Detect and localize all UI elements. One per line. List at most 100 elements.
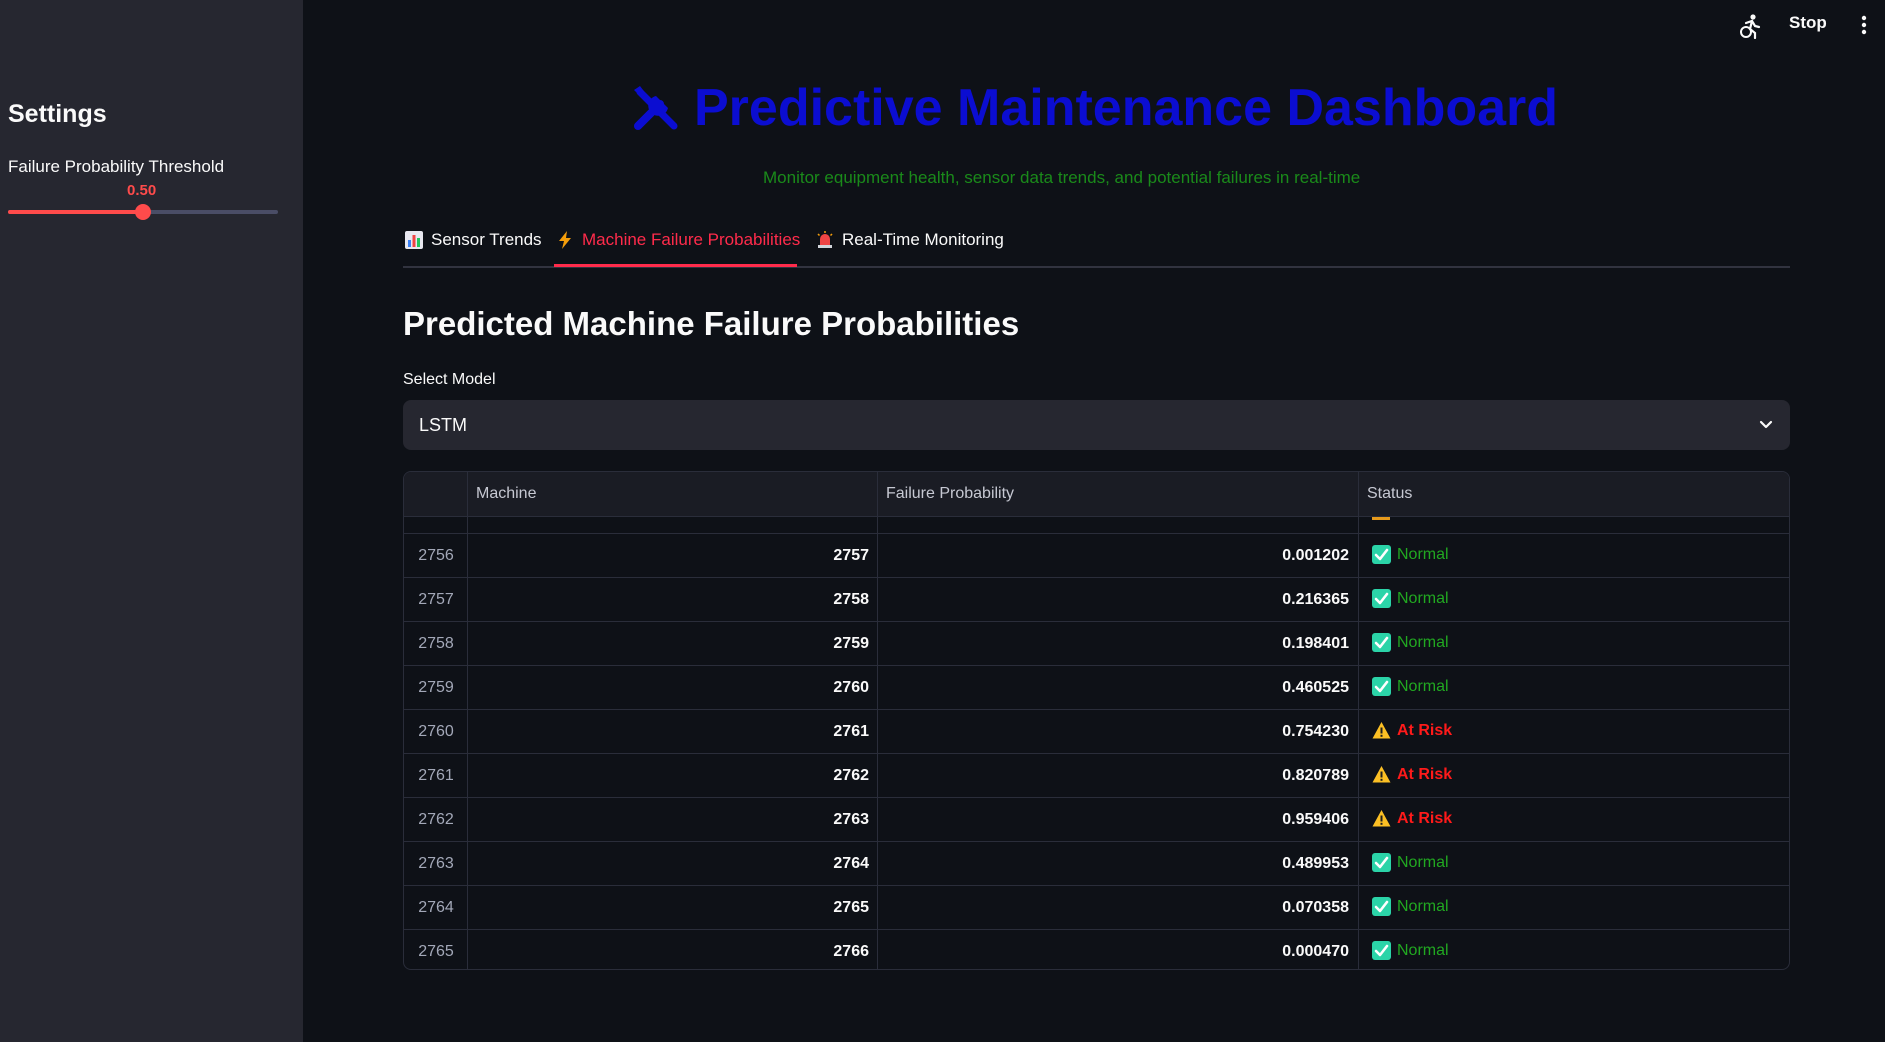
failure-probability-cell[interactable]: 0.198401 [878, 635, 1349, 653]
tab-machine-failure-probabilities[interactable]: Machine Failure Probabilities [556, 230, 800, 268]
row-index: 2761 [418, 767, 454, 784]
status-cell[interactable]: Normal [1372, 677, 1449, 696]
column-header-failure-probability[interactable]: Failure Probability [886, 485, 1014, 503]
status-cell[interactable]: Normal [1372, 633, 1449, 652]
page-title-text: Predictive Maintenance Dashboard [694, 79, 1559, 137]
failure-probability-cell[interactable]: 0.959406 [878, 811, 1349, 829]
status-cell[interactable]: Normal [1372, 897, 1449, 916]
row-index: 2759 [418, 679, 454, 696]
column-header-machine[interactable]: Machine [476, 485, 536, 503]
table-row[interactable]: 2762 2763 0.959406 At Risk [404, 797, 1789, 841]
status-text: Normal [1397, 633, 1449, 651]
table-row[interactable]: 2757 2758 0.216365 Normal [404, 577, 1789, 621]
row-index: 2764 [418, 899, 454, 916]
failure-probability-cell[interactable]: 0.001202 [878, 547, 1349, 565]
check-box-icon [1372, 853, 1391, 872]
table-row[interactable]: 2765 2766 0.000470 Normal [404, 929, 1789, 969]
threshold-slider-label: Failure Probability Threshold [8, 157, 225, 176]
machine-cell[interactable]: 2763 [468, 811, 869, 829]
failure-probability-cell[interactable]: 0.754230 [878, 723, 1349, 741]
warning-icon [1372, 810, 1391, 827]
tab-label: Sensor Trends [431, 230, 542, 249]
model-select-label: Select Model [403, 371, 496, 388]
page-subtitle: Monitor equipment health, sensor data tr… [763, 168, 1361, 187]
row-index: 2757 [418, 591, 454, 608]
failure-probability-cell[interactable]: 0.000470 [878, 943, 1349, 961]
check-box-icon [1372, 941, 1391, 960]
tab-label: Real-Time Monitoring [842, 230, 1004, 249]
status-cell[interactable]: At Risk [1372, 721, 1452, 740]
siren-icon [817, 231, 833, 248]
machine-cell[interactable]: 2762 [468, 767, 869, 785]
status-text: Normal [1397, 677, 1449, 695]
failure-probability-cell[interactable]: 0.460525 [878, 679, 1349, 697]
status-text: Normal [1397, 853, 1449, 871]
status-cell[interactable]: Normal [1372, 853, 1449, 872]
status-cell[interactable]: At Risk [1372, 809, 1452, 828]
machine-cell[interactable]: 2760 [468, 679, 869, 697]
table-row[interactable]: 2760 2761 0.754230 At Risk [404, 709, 1789, 753]
machine-cell[interactable]: 2759 [468, 635, 869, 653]
check-box-icon [1372, 897, 1391, 916]
row-index: 2765 [418, 943, 454, 960]
status-cell[interactable]: At Risk [1372, 765, 1452, 784]
threshold-slider-fill [8, 210, 143, 214]
machine-cell[interactable]: 2765 [468, 899, 869, 917]
lightning-icon [559, 231, 571, 249]
table-row[interactable]: 2764 2765 0.070358 Normal [404, 885, 1789, 929]
check-box-icon [1372, 677, 1391, 696]
machine-cell[interactable]: 2766 [468, 943, 869, 961]
status-text: At Risk [1397, 721, 1453, 739]
row-index: 2756 [418, 547, 454, 564]
check-box-icon [1372, 589, 1391, 608]
failure-probability-table[interactable]: Machine Failure Probability Status 2756 2… [403, 471, 1790, 970]
table-row[interactable]: 2763 2764 0.489953 Normal [404, 841, 1789, 885]
table-row[interactable]: 2761 2762 0.820789 At Risk [404, 753, 1789, 797]
status-cell[interactable]: Normal [1372, 545, 1449, 564]
section-title: Predicted Machine Failure Probabilities [403, 305, 1020, 342]
status-text: At Risk [1397, 765, 1453, 783]
column-header-status[interactable]: Status [1367, 485, 1412, 503]
row-index: 2763 [418, 855, 454, 872]
failure-probability-cell[interactable]: 0.489953 [878, 855, 1349, 873]
warning-icon [1372, 766, 1391, 783]
model-select-value: LSTM [419, 415, 468, 435]
row-index: 2760 [418, 723, 454, 740]
machine-cell[interactable]: 2764 [468, 855, 869, 873]
status-text: At Risk [1397, 809, 1453, 827]
row-index: 2762 [418, 811, 454, 828]
status-text: Normal [1397, 897, 1449, 915]
tab-label: Machine Failure Probabilities [582, 230, 801, 249]
scroll-marker [1372, 517, 1390, 520]
failure-probability-cell[interactable]: 0.070358 [878, 899, 1349, 917]
status-text: Normal [1397, 545, 1449, 563]
status-cell[interactable]: Normal [1372, 589, 1449, 608]
table-row[interactable]: 2759 2760 0.460525 Normal [404, 665, 1789, 709]
table-row[interactable]: 2758 2759 0.198401 Normal [404, 621, 1789, 665]
tab-real-time-monitoring[interactable]: Real-Time Monitoring [816, 230, 1004, 268]
tab-bar: Sensor Trends Machine Failure Probabilit… [403, 226, 1790, 268]
status-text: Normal [1397, 941, 1449, 959]
active-tab-indicator [554, 264, 797, 267]
failure-probability-cell[interactable]: 0.216365 [878, 591, 1349, 609]
machine-cell[interactable]: 2758 [468, 591, 869, 609]
kebab-menu-icon[interactable] [1857, 14, 1871, 36]
sidebar: Settings Failure Probability Threshold 0… [0, 0, 303, 1042]
model-select[interactable]: LSTM [403, 400, 1790, 450]
bar-chart-icon [405, 231, 423, 249]
failure-probability-cell[interactable]: 0.820789 [878, 767, 1349, 785]
threshold-slider-thumb[interactable] [135, 204, 151, 220]
status-text: Normal [1397, 589, 1449, 607]
threshold-slider[interactable] [8, 204, 278, 220]
chevron-down-icon [1759, 420, 1773, 429]
table-row[interactable]: 2756 2757 0.001202 Normal [404, 533, 1789, 577]
page-title: Predictive Maintenance Dashboard [630, 78, 1558, 138]
machine-cell[interactable]: 2757 [468, 547, 869, 565]
table-header: Machine Failure Probability Status [404, 472, 1789, 517]
stop-button[interactable]: Stop [1789, 13, 1827, 33]
running-man-icon [1737, 13, 1763, 40]
status-cell[interactable]: Normal [1372, 941, 1449, 960]
check-box-icon [1372, 545, 1391, 564]
machine-cell[interactable]: 2761 [468, 723, 869, 741]
tab-sensor-trends[interactable]: Sensor Trends [405, 230, 542, 268]
